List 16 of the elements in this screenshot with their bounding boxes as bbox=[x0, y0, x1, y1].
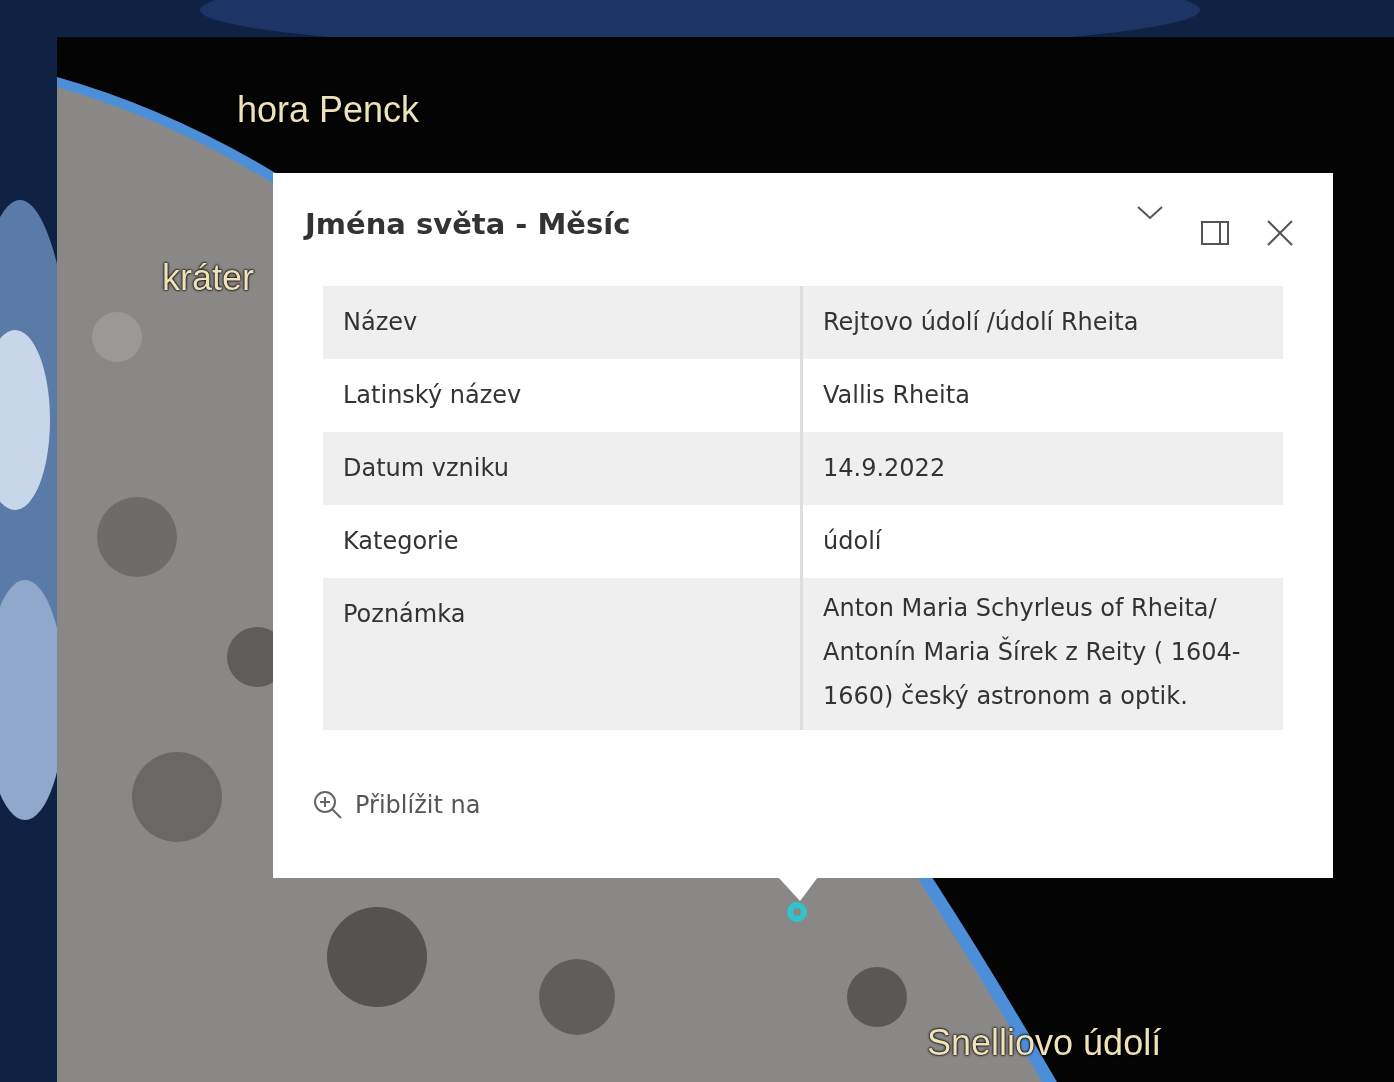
field-value: 14.9.2022 bbox=[822, 453, 947, 484]
field-value: Vallis Rheita bbox=[822, 380, 971, 411]
field-name: Datum vzniku bbox=[323, 432, 803, 505]
dock-icon[interactable] bbox=[1201, 221, 1229, 245]
chevron-down-icon[interactable] bbox=[1137, 206, 1163, 220]
map-label: kráter bbox=[162, 257, 255, 299]
field-value: Anton Maria Schyrleus of Rheita/ Antonín Maria Šírek z Reity ( 1604-1660) český astronom a optik. bbox=[822, 593, 1242, 712]
field-name: Poznámka bbox=[323, 578, 803, 730]
popup-title: Jména světa - Měsíc bbox=[305, 207, 631, 241]
close-icon[interactable] bbox=[1267, 220, 1293, 246]
field-name: Název bbox=[323, 286, 803, 359]
field-value: Rejtovo údolí /údolí Rheita bbox=[822, 307, 1140, 338]
zoom-to-link[interactable]: Přiblížit na bbox=[355, 791, 481, 819]
field-value: údolí bbox=[822, 526, 883, 557]
map-label: hora Penck bbox=[237, 89, 420, 131]
zoom-in-icon[interactable] bbox=[313, 790, 343, 820]
